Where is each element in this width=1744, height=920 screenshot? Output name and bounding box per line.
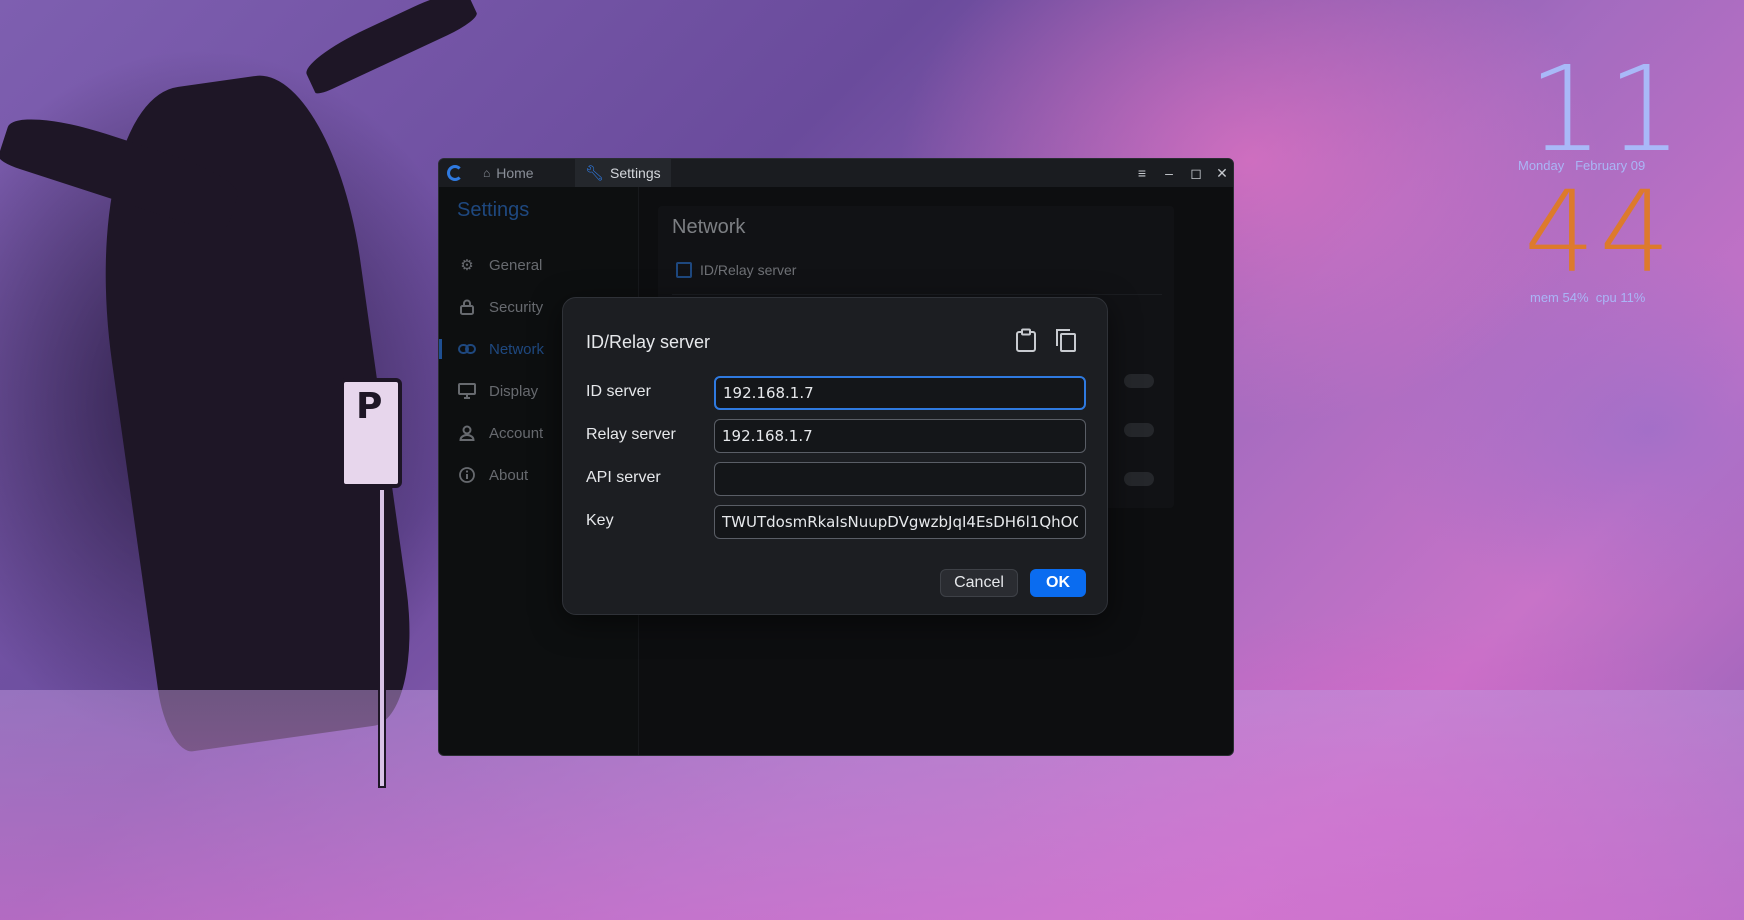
- title-bar[interactable]: ⌂ Home 🔧︎ Settings ≡ – ◻ ✕: [439, 159, 1233, 187]
- tab-home[interactable]: ⌂ Home: [473, 159, 544, 187]
- wallpaper-tree-branch: [299, 0, 481, 97]
- key-input[interactable]: [714, 505, 1086, 539]
- app-logo-icon: [447, 165, 463, 181]
- dialog-title: ID/Relay server: [586, 332, 711, 352]
- ok-button[interactable]: OK: [1030, 569, 1086, 597]
- paste-icon[interactable]: [1015, 328, 1039, 354]
- wallpaper-sign-pole: [378, 488, 386, 788]
- tab-settings-label: Settings: [610, 165, 661, 181]
- relay-server-label: Relay server: [586, 426, 676, 443]
- tab-settings[interactable]: 🔧︎ Settings: [575, 159, 671, 187]
- home-icon: ⌂: [483, 166, 491, 180]
- copy-icon[interactable]: [1055, 328, 1079, 354]
- maximize-icon[interactable]: ◻: [1185, 163, 1207, 183]
- id-server-label: ID server: [586, 383, 651, 400]
- wallpaper-parking-sign-letter: P: [356, 386, 383, 427]
- id-relay-server-dialog: ID/Relay server ID server Relay server A…: [562, 297, 1108, 615]
- tab-home-label: Home: [496, 165, 534, 181]
- relay-server-input[interactable]: [714, 419, 1086, 453]
- menu-icon[interactable]: ≡: [1131, 163, 1153, 183]
- cancel-button[interactable]: Cancel: [940, 569, 1018, 597]
- minimize-icon[interactable]: –: [1158, 163, 1180, 183]
- api-server-label: API server: [586, 469, 661, 486]
- api-server-input[interactable]: [714, 462, 1086, 496]
- close-icon[interactable]: ✕: [1211, 163, 1233, 183]
- key-label: Key: [586, 512, 614, 529]
- wrench-icon: 🔧︎: [585, 165, 605, 182]
- system-stats: mem 54% cpu 11%: [1530, 290, 1646, 305]
- clock-minutes: 44: [1524, 168, 1675, 298]
- id-server-input[interactable]: [714, 376, 1086, 410]
